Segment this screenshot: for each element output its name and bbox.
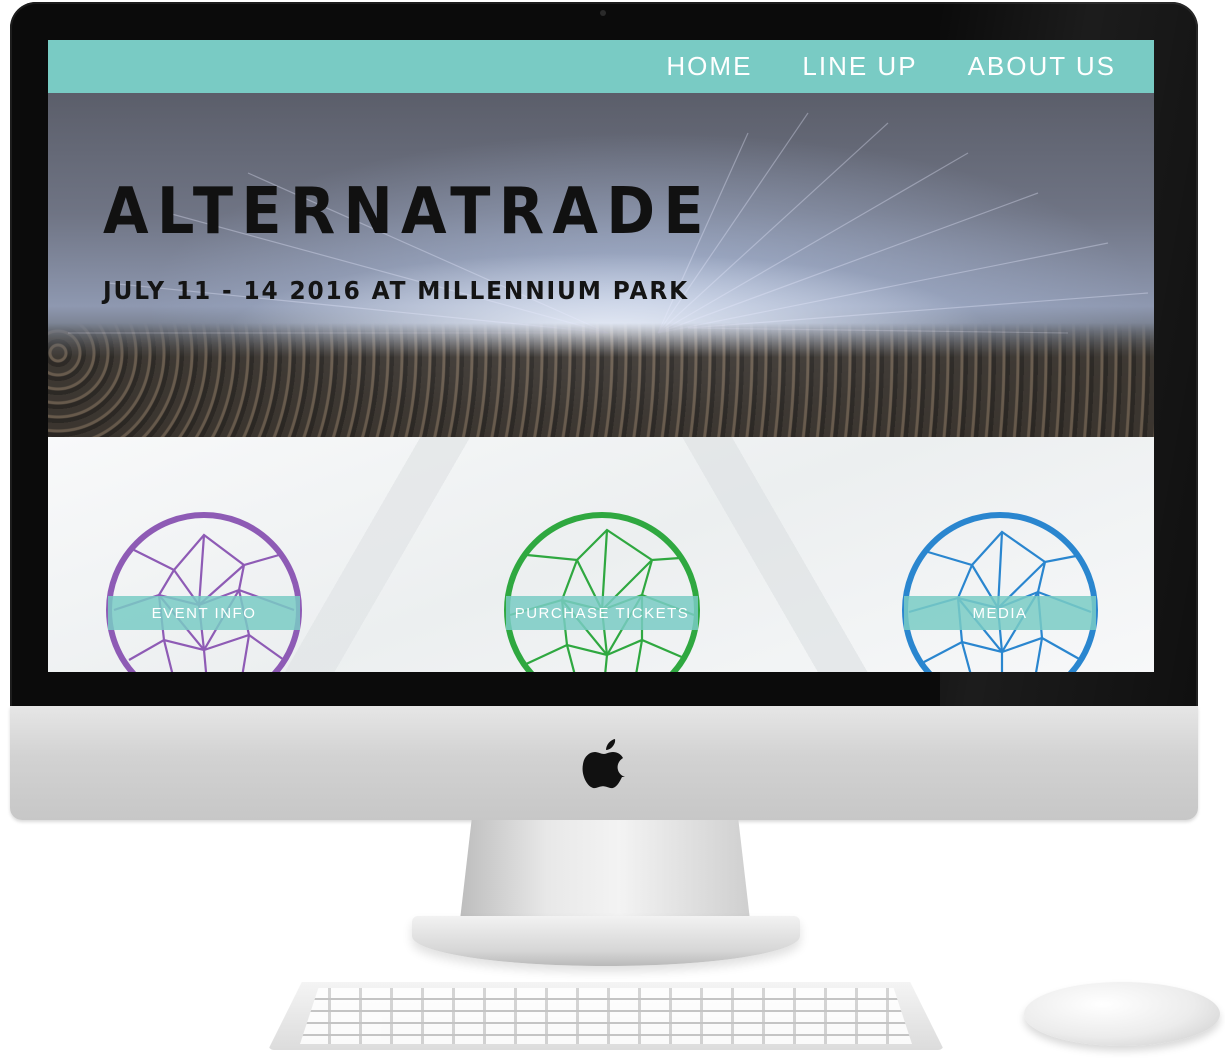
crowd-photo	[48, 323, 1154, 437]
website-screen: HOME LINE UP ABOUT US ALTERNATRADE JULY …	[48, 40, 1154, 672]
imac-mockup: HOME LINE UP ABOUT US ALTERNATRADE JULY …	[0, 0, 1225, 1058]
keyboard-key-rows	[300, 988, 912, 1044]
action-section: EVENT INFO PURCHASE TICKETS MEDIA	[48, 437, 1154, 672]
camera-icon	[600, 10, 606, 16]
web-circle-icon	[106, 512, 302, 672]
festival-dates: JULY 11 - 14 2016 AT MILLENNIUM PARK	[103, 276, 690, 305]
hero-banner: ALTERNATRADE JULY 11 - 14 2016 AT MILLEN…	[48, 93, 1154, 437]
web-circle-icon	[504, 512, 700, 672]
media-button[interactable]: MEDIA	[900, 510, 1100, 672]
event-info-label: EVENT INFO	[108, 596, 300, 630]
media-label: MEDIA	[904, 596, 1096, 630]
apple-logo-icon	[582, 739, 625, 789]
festival-title: ALTERNATRADE	[103, 175, 712, 249]
web-circle-icon	[902, 512, 1098, 672]
monitor-chin	[10, 706, 1198, 820]
monitor-stand	[460, 820, 750, 920]
nav-lineup-link[interactable]: LINE UP	[802, 51, 917, 82]
purchase-tickets-label: PURCHASE TICKETS	[506, 596, 698, 630]
monitor-stand-base	[412, 916, 800, 966]
purchase-tickets-button[interactable]: PURCHASE TICKETS	[502, 510, 702, 672]
nav-home-link[interactable]: HOME	[666, 51, 752, 82]
magic-mouse	[1024, 982, 1220, 1046]
top-navbar: HOME LINE UP ABOUT US	[48, 40, 1154, 93]
event-info-button[interactable]: EVENT INFO	[104, 510, 304, 672]
nav-about-us-link[interactable]: ABOUT US	[968, 51, 1116, 82]
